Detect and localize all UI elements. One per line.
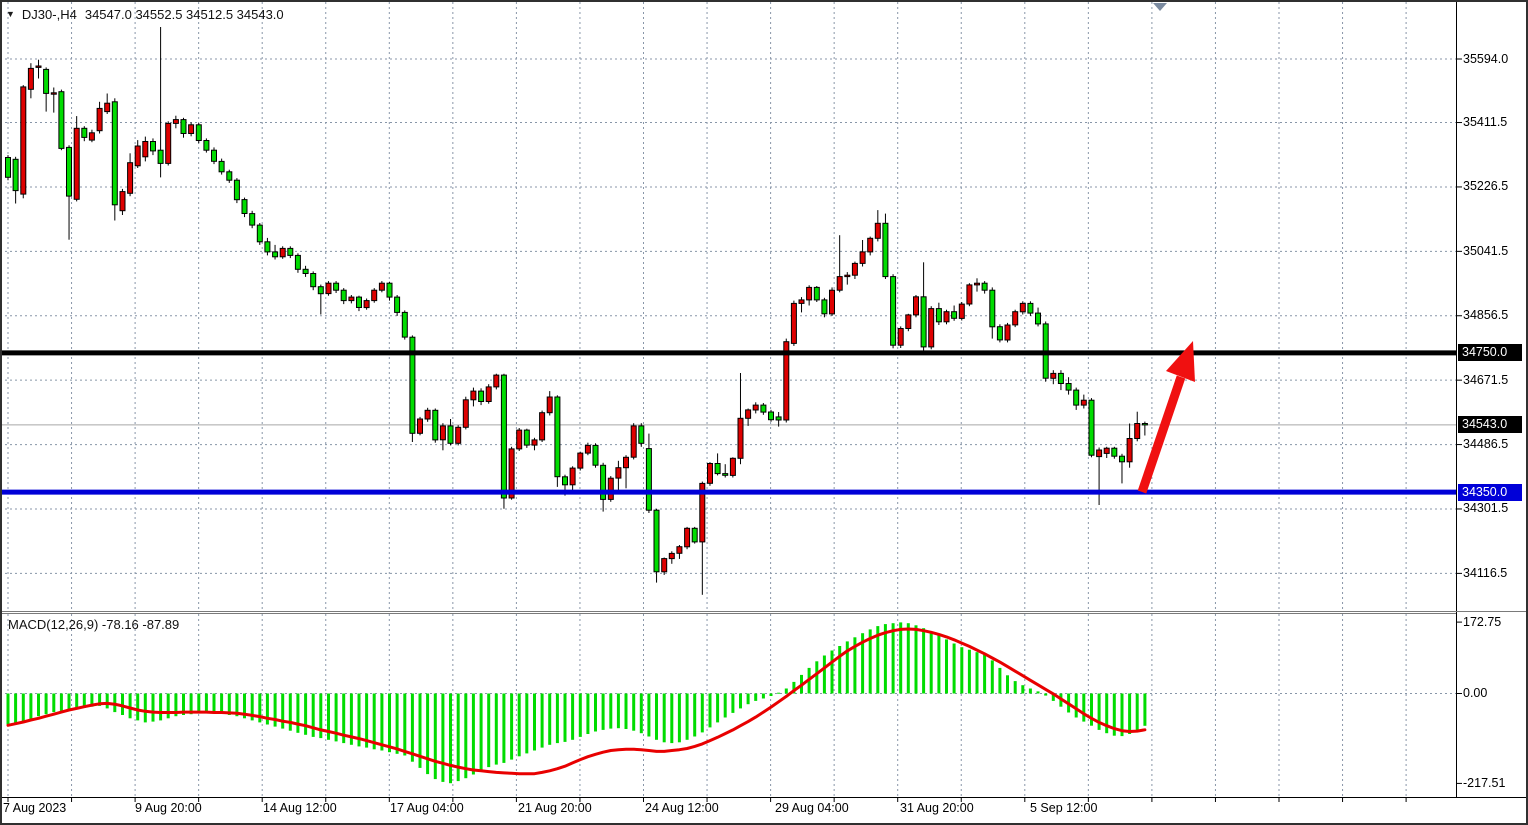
axis-ticks: [8, 59, 1462, 802]
macd-signal-line: [8, 629, 1145, 774]
symbol-dropdown-icon[interactable]: ▼: [6, 9, 15, 19]
chart-header: ▼ DJ30-,H4 34547.0 34552.5 34512.5 34543.0: [6, 7, 284, 22]
candle-bodies: [6, 66, 1148, 572]
symbol-timeframe-label: DJ30-,H4: [22, 7, 77, 22]
ohlc-values: 34547.0 34552.5 34512.5 34543.0: [85, 7, 284, 22]
up-arrow-annotation[interactable]: [1142, 341, 1195, 492]
chart-canvas[interactable]: [0, 0, 1528, 825]
chart-window: 35594.035411.535226.535041.534856.534671…: [0, 0, 1528, 825]
scroll-marker-icon[interactable]: [1153, 3, 1167, 11]
macd-histogram: [7, 622, 1147, 783]
grid-lines: [0, 2, 1456, 797]
macd-indicator-label: MACD(12,26,9) -78.16 -87.89: [8, 617, 179, 632]
candle-wicks: [8, 27, 1145, 595]
